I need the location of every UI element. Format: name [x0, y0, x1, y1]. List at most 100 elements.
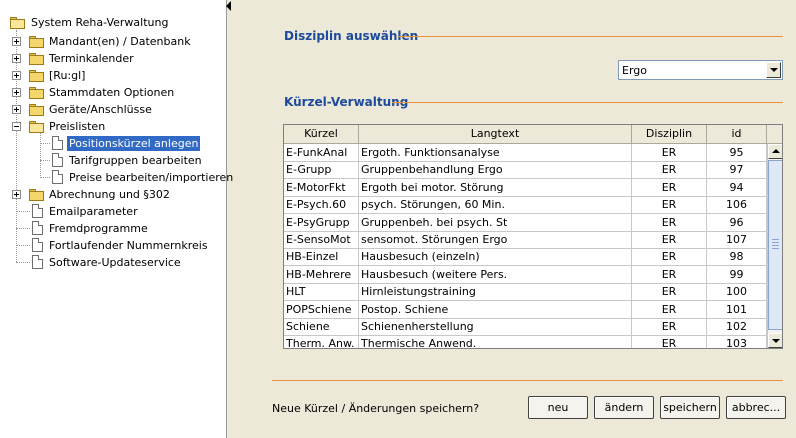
table-scrollbar[interactable]: [767, 144, 782, 348]
table-row[interactable]: Therm. Anw. Thermische Anwend. ER 103: [284, 335, 767, 348]
table-row[interactable]: HB-Einzel Hausbesuch (einzeln) ER 98: [284, 248, 767, 267]
table-cell: 97: [707, 161, 767, 180]
table-cell: 99: [707, 265, 767, 284]
tree-item-nummernkreis[interactable]: Fortlaufender Nummernkreis: [0, 237, 226, 254]
table-row[interactable]: HLT Hirnleistungstraining ER 100: [284, 283, 767, 302]
table-cell: Gruppenbeh. bei psych. St: [359, 213, 632, 232]
table-row[interactable]: Schiene Schienenherstellung ER 102: [284, 318, 767, 336]
codes-table[interactable]: Kürzel Langtext Disziplin id E-FunkAnal E…: [283, 124, 783, 349]
collapse-panel-arrow-icon[interactable]: [226, 1, 231, 11]
tree-item-abrechnung[interactable]: Abrechnung und §302: [0, 186, 226, 203]
tree-item-positionskuerzel[interactable]: Positionskürzel anlegen: [0, 135, 226, 152]
table-row[interactable]: HB-Mehrere Hausbesuch (weitere Pers. ER 99: [284, 265, 767, 284]
change-button[interactable]: ändern: [594, 396, 654, 419]
expand-icon[interactable]: [12, 88, 21, 97]
folder-icon: [29, 53, 45, 65]
tree-item-label: Fortlaufender Nummernkreis: [49, 239, 208, 252]
table-cell: Schienenherstellung: [359, 318, 632, 336]
tree-item-fremdprogramme[interactable]: Fremdprogramme: [0, 220, 226, 237]
table-cell: Hirnleistungstraining: [359, 283, 632, 302]
expand-icon[interactable]: [12, 37, 21, 46]
tree-item-updateservice[interactable]: Software-Updateservice: [0, 254, 226, 271]
folder-icon: [29, 70, 45, 82]
table-cell: Postop. Schiene: [359, 300, 632, 319]
collapse-icon[interactable]: [12, 122, 21, 131]
column-header-langtext[interactable]: Langtext: [359, 125, 632, 144]
tree-item-label: Fremdprogramme: [49, 222, 148, 235]
tree-item-label: Geräte/Anschlüsse: [49, 103, 152, 116]
table-row[interactable]: E-MotorFkt Ergoth bei motor. Störung ER 94: [284, 178, 767, 197]
table-cell: Ergoth bei motor. Störung: [359, 178, 632, 197]
folder-icon: [29, 36, 45, 48]
table-cell: ER: [632, 196, 707, 215]
table-cell: ER: [632, 178, 707, 197]
tree-item-emailparameter[interactable]: Emailparameter: [0, 203, 226, 220]
save-button[interactable]: speichern: [660, 396, 720, 419]
table-cell: 94: [707, 178, 767, 197]
tree-item-label: Tarifgruppen bearbeiten: [69, 154, 202, 167]
discipline-select[interactable]: Ergo: [618, 60, 783, 80]
table-cell: Hausbesuch (weitere Pers.: [359, 265, 632, 284]
table-cell: ER: [632, 161, 707, 180]
tree-item-label: Terminkalender: [49, 52, 134, 65]
table-cell: ER: [632, 283, 707, 302]
tree-item-preislisten[interactable]: Preislisten: [0, 118, 226, 135]
expand-icon[interactable]: [12, 105, 21, 114]
table-cell: ER: [632, 318, 707, 336]
column-header-disziplin[interactable]: Disziplin: [632, 125, 707, 144]
table-cell: POPSchiene: [284, 300, 359, 319]
tree-item-preise[interactable]: Preise bearbeiten/importieren: [0, 169, 233, 186]
tree-item-rugl[interactable]: [Ru:gl]: [0, 67, 226, 84]
table-cell: Thermische Anwend.: [359, 335, 632, 348]
scroll-up-icon[interactable]: [768, 144, 782, 159]
table-cell: ER: [632, 248, 707, 267]
chevron-down-icon[interactable]: [766, 62, 781, 78]
table-row[interactable]: E-Psych.60 psych. Störungen, 60 Min. ER 106: [284, 196, 767, 215]
table-row[interactable]: POPSchiene Postop. Schiene ER 101: [284, 300, 767, 319]
table-cell: HB-Mehrere: [284, 265, 359, 284]
tree-item-label: Software-Updateservice: [49, 256, 181, 269]
tree-root[interactable]: System Reha-Verwaltung: [0, 14, 226, 31]
table-cell: 95: [707, 144, 767, 162]
table-cell: Hausbesuch (einzeln): [359, 248, 632, 267]
document-icon: [32, 204, 43, 218]
table-cell: 101: [707, 300, 767, 319]
table-row[interactable]: E-SensoMot sensomot. Störungen Ergo ER 107: [284, 231, 767, 249]
table-cell: E-Psych.60: [284, 196, 359, 215]
tree-item-label: Emailparameter: [49, 205, 138, 218]
table-cell: ER: [632, 213, 707, 232]
table-cell: 100: [707, 283, 767, 302]
column-header-id[interactable]: id: [707, 125, 767, 144]
tree-item-label: [Ru:gl]: [49, 69, 86, 82]
table-cell: Ergoth. Funktionsanalyse: [359, 144, 632, 162]
table-cell: sensomot. Störungen Ergo: [359, 231, 632, 249]
scroll-down-icon[interactable]: [768, 333, 782, 348]
section-divider: [392, 102, 783, 103]
new-button[interactable]: neu: [528, 396, 588, 419]
header-filler: [767, 125, 782, 144]
document-icon: [32, 255, 43, 269]
tree-item-label: Preislisten: [49, 120, 106, 133]
section-divider: [398, 36, 783, 37]
tree-item-geraete[interactable]: Geräte/Anschlüsse: [0, 101, 226, 118]
scroll-thumb[interactable]: [768, 160, 782, 330]
expand-icon[interactable]: [12, 71, 21, 80]
table-cell: psych. Störungen, 60 Min.: [359, 196, 632, 215]
tree-item-tarifgruppen[interactable]: Tarifgruppen bearbeiten: [0, 152, 226, 169]
table-row[interactable]: E-PsyGrupp Gruppenbeh. bei psych. St ER 96: [284, 213, 767, 232]
table-row[interactable]: E-Grupp Gruppenbehandlung Ergo ER 97: [284, 161, 767, 180]
tree-item-stammdaten[interactable]: Stammdaten Optionen: [0, 84, 226, 101]
navigation-tree: System Reha-Verwaltung Mandant(en) / Dat…: [0, 0, 233, 438]
tree-item-mandanten[interactable]: Mandant(en) / Datenbank: [0, 33, 226, 50]
expand-icon[interactable]: [12, 190, 21, 199]
save-prompt: Neue Kürzel / Änderungen speichern?: [272, 402, 480, 415]
table-row[interactable]: E-FunkAnal Ergoth. Funktionsanalyse ER 95: [284, 144, 767, 162]
cancel-button[interactable]: abbrec...: [726, 396, 786, 419]
table-cell: HB-Einzel: [284, 248, 359, 267]
column-header-kuerzel[interactable]: Kürzel: [284, 125, 359, 144]
document-icon: [52, 153, 63, 167]
expand-icon[interactable]: [12, 54, 21, 63]
tree-item-terminkalender[interactable]: Terminkalender: [0, 50, 226, 67]
document-icon: [32, 238, 43, 252]
footer-divider: [272, 380, 783, 381]
